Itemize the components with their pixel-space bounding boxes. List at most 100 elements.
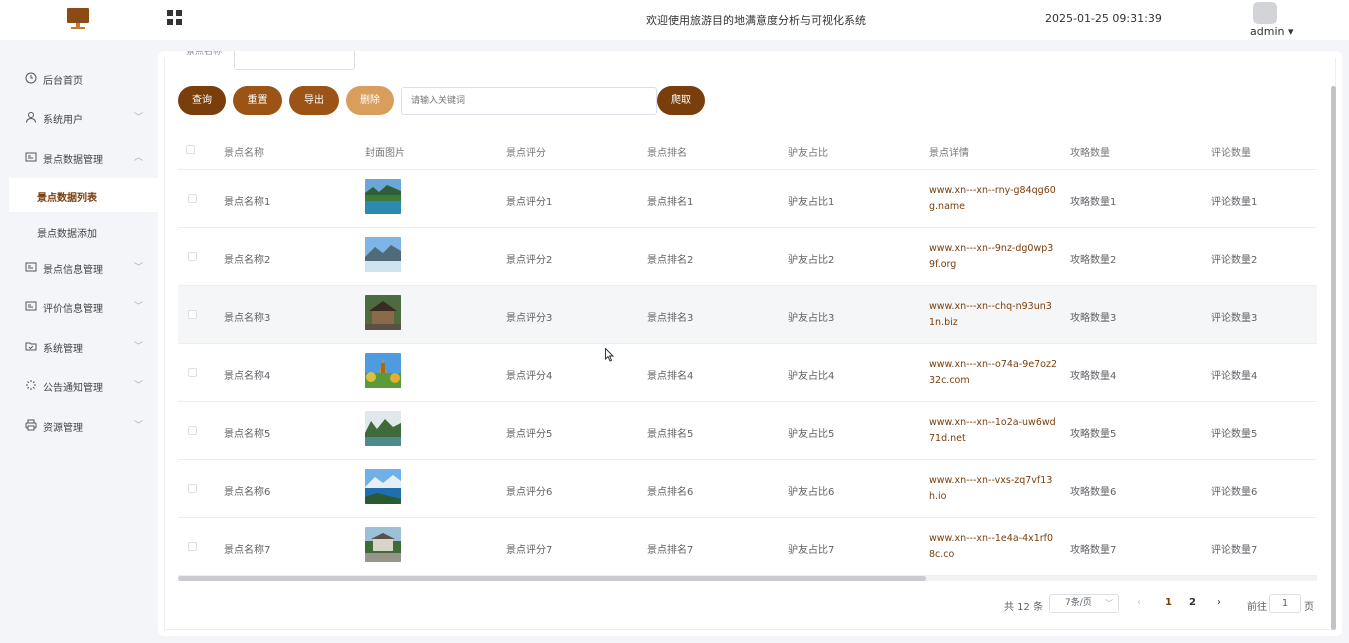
- column-header-detail: 景点详情: [929, 148, 969, 159]
- chevron-down-icon: ﹀: [1105, 599, 1113, 608]
- cell-comments: 评论数量2: [1211, 255, 1258, 266]
- cell-rank: 景点排名4: [647, 371, 694, 382]
- crawl-button[interactable]: 爬取: [657, 86, 705, 115]
- cell-detail-link[interactable]: www.xn---xn--9nz-dg0wp39f.org: [929, 241, 1057, 273]
- reset-button[interactable]: 重置: [233, 86, 282, 115]
- goto-label: 前往: [1247, 602, 1267, 613]
- cell-score: 景点评分4: [506, 371, 553, 382]
- row-checkbox[interactable]: [188, 484, 197, 493]
- chevron-down-icon: ﹀: [134, 302, 144, 312]
- sidebar-item-system-users[interactable]: 系统用户 ﹀: [0, 99, 158, 137]
- sidebar-item-label: 后台首页: [43, 76, 83, 87]
- column-header-cover: 封面图片: [365, 148, 405, 159]
- row-checkbox[interactable]: [188, 252, 197, 261]
- row-checkbox[interactable]: [188, 426, 197, 435]
- row-checkbox[interactable]: [188, 310, 197, 319]
- user-icon: [25, 111, 37, 123]
- cell-rank: 景点排名3: [647, 313, 694, 324]
- cover-image[interactable]: [365, 295, 401, 330]
- sidebar-item-label: 资源管理: [43, 423, 83, 434]
- computer-logo-icon: [67, 8, 89, 30]
- sidebar: 后台首页 系统用户 ﹀ 景点数据管理 ︿ 景点数据列表 景点数据添加 景点信息管…: [0, 40, 158, 643]
- cell-detail-link[interactable]: www.xn---xn--o74a-9e7oz232c.com: [929, 357, 1057, 389]
- sidebar-item-label: 评价信息管理: [43, 304, 103, 315]
- card-icon: [25, 300, 37, 312]
- goto-page-suffix: 页: [1304, 602, 1314, 613]
- table-row[interactable]: 景点名称2 景点评分2 景点排名2 驴友占比2 www.xn---xn--9nz…: [178, 228, 1317, 286]
- sidebar-item-resources[interactable]: 资源管理 ﹀: [0, 407, 158, 445]
- cell-ratio: 驴友占比1: [788, 197, 835, 208]
- user-menu-dropdown[interactable]: admin ▾: [1250, 25, 1293, 38]
- cell-name: 景点名称2: [224, 255, 271, 266]
- sidebar-item-label: 系统管理: [43, 344, 83, 355]
- sidebar-item-system-admin[interactable]: 系统管理 ﹀: [0, 328, 158, 366]
- chevron-down-icon: ﹀: [134, 342, 144, 352]
- printer-icon: [25, 419, 37, 431]
- column-header-guides: 攻略数量: [1070, 148, 1110, 159]
- card-icon: [25, 151, 37, 163]
- keyword-search-input[interactable]: [401, 87, 657, 115]
- sidebar-item-announcements[interactable]: 公告通知管理 ﹀: [0, 367, 158, 405]
- cell-comments: 评论数量1: [1211, 197, 1258, 208]
- cover-image[interactable]: [365, 411, 401, 446]
- cell-ratio: 驴友占比3: [788, 313, 835, 324]
- query-button[interactable]: 查询: [178, 86, 226, 115]
- sidebar-item-scenic-info[interactable]: 景点信息管理 ﹀: [0, 249, 158, 287]
- cell-name: 景点名称3: [224, 313, 271, 324]
- cell-score: 景点评分5: [506, 429, 553, 440]
- cover-image[interactable]: [365, 527, 401, 562]
- page-number-1[interactable]: 1: [1165, 597, 1172, 608]
- table-row[interactable]: 景点名称3 景点评分3 景点排名3 驴友占比3 www.xn---xn--chq…: [178, 286, 1317, 344]
- clock-icon: [25, 72, 37, 84]
- cover-image[interactable]: [365, 237, 401, 272]
- cover-image[interactable]: [365, 353, 401, 388]
- cell-detail-link[interactable]: www.xn---xn--1e4a-4x1rf08c.co: [929, 531, 1057, 563]
- cell-score: 景点评分1: [506, 197, 553, 208]
- cell-guides: 攻略数量3: [1070, 313, 1117, 324]
- cell-ratio: 驴友占比7: [788, 545, 835, 556]
- cell-detail-link[interactable]: www.xn---xn--rny-g84qg60g.name: [929, 183, 1057, 215]
- cell-rank: 景点排名1: [647, 197, 694, 208]
- apps-grid-icon[interactable]: [167, 10, 182, 25]
- cell-comments: 评论数量5: [1211, 429, 1258, 440]
- sidebar-subitem-scenic-list[interactable]: 景点数据列表: [9, 178, 158, 212]
- table-row[interactable]: 景点名称6 景点评分6 景点排名6 驴友占比6 www.xn---xn--vxs…: [178, 460, 1317, 518]
- prev-page-button[interactable]: ‹: [1137, 597, 1141, 608]
- goto-page-input[interactable]: 1: [1269, 594, 1301, 613]
- next-page-button[interactable]: ›: [1217, 597, 1221, 608]
- sidebar-item-scenic-data[interactable]: 景点数据管理 ︿: [0, 139, 158, 177]
- table-row[interactable]: 景点名称7 景点评分7 景点排名7 驴友占比7 www.xn---xn--1e4…: [178, 518, 1317, 576]
- cell-score: 景点评分2: [506, 255, 553, 266]
- horizontal-scrollbar-thumb[interactable]: [178, 576, 926, 581]
- column-header-ratio: 驴友占比: [788, 148, 828, 159]
- table-row[interactable]: 景点名称4 景点评分4 景点排名4 驴友占比4 www.xn---xn--o74…: [178, 344, 1317, 402]
- table-row[interactable]: 景点名称5 景点评分5 景点排名5 驴友占比5 www.xn---xn--1o2…: [178, 402, 1317, 460]
- cover-image[interactable]: [365, 179, 401, 214]
- page-size-select[interactable]: 7条/页 ﹀: [1049, 594, 1119, 613]
- cell-score: 景点评分7: [506, 545, 553, 556]
- select-all-checkbox[interactable]: [186, 145, 195, 154]
- export-button[interactable]: 导出: [289, 86, 339, 115]
- card-icon: [25, 261, 37, 273]
- scenic-name-search-input[interactable]: [234, 51, 355, 70]
- user-avatar[interactable]: [1253, 2, 1277, 24]
- cover-image[interactable]: [365, 469, 401, 504]
- delete-button[interactable]: 删除: [346, 86, 394, 115]
- cell-detail-link[interactable]: www.xn---xn--chq-n93un31n.biz: [929, 299, 1057, 331]
- row-checkbox[interactable]: [188, 194, 197, 203]
- cell-detail-link[interactable]: www.xn---xn--1o2a-uw6wd71d.net: [929, 415, 1057, 447]
- cell-guides: 攻略数量4: [1070, 371, 1117, 382]
- page-number-2[interactable]: 2: [1189, 597, 1196, 608]
- row-checkbox[interactable]: [188, 368, 197, 377]
- column-header-score: 景点评分: [506, 148, 546, 159]
- cell-guides: 攻略数量1: [1070, 197, 1117, 208]
- cell-detail-link[interactable]: www.xn---xn--vxs-zq7vf13h.io: [929, 473, 1057, 505]
- sidebar-item-review-info[interactable]: 评价信息管理 ﹀: [0, 288, 158, 326]
- cell-guides: 攻略数量6: [1070, 487, 1117, 498]
- vertical-scrollbar-thumb[interactable]: [1331, 86, 1336, 630]
- table-row[interactable]: 景点名称1 景点评分1 景点排名1 驴友占比1 www.xn---xn--rny…: [178, 170, 1317, 228]
- sidebar-subitem-scenic-add[interactable]: 景点数据添加: [9, 214, 158, 248]
- sidebar-item-dashboard[interactable]: 后台首页: [0, 60, 158, 98]
- chevron-down-icon: ﹀: [134, 263, 144, 273]
- row-checkbox[interactable]: [188, 542, 197, 551]
